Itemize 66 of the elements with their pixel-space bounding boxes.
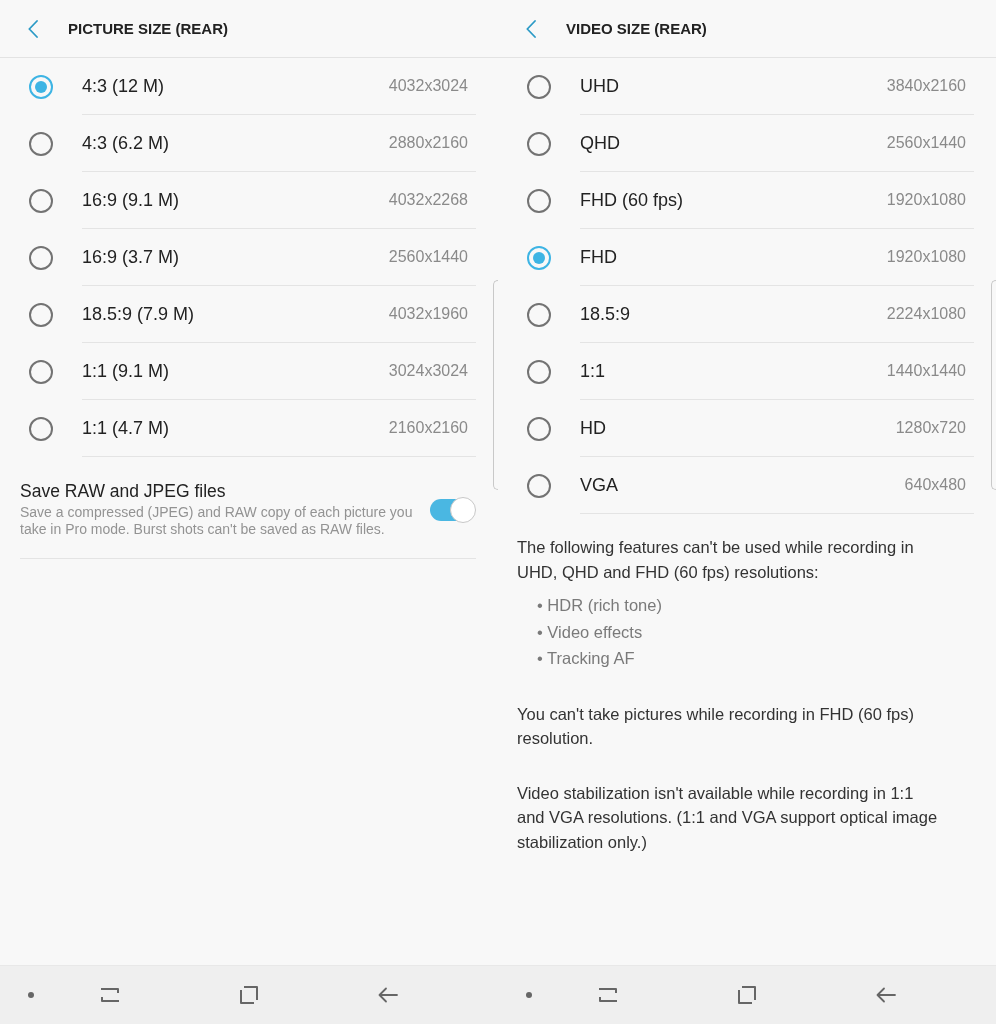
- option-label: 1:1 (9.1 M): [82, 360, 170, 382]
- resolution-value: 640x480: [904, 476, 966, 494]
- note-text: The following features can't be used while recording in UHD, QHD and FHD (60 fps) resolutions:: [517, 537, 915, 583]
- option-label: 16:9 (3.7 M): [82, 246, 180, 268]
- option-label: 18.5:9: [580, 303, 631, 325]
- option-label: QHD: [580, 132, 620, 154]
- radio-button[interactable]: [527, 416, 551, 441]
- resolution-value: 2560x1440: [886, 134, 966, 152]
- resolution-value: 2160x2160: [388, 419, 468, 437]
- radio-button[interactable]: [29, 74, 53, 99]
- option-label: UHD: [580, 75, 619, 97]
- radio-button[interactable]: [527, 131, 551, 156]
- radio-button[interactable]: [527, 188, 551, 213]
- option-label: 4:3 (12 M): [82, 75, 165, 97]
- option-label: 4:3 (6.2 M): [82, 132, 170, 154]
- bullet-item: • HDR (rich tone): [537, 595, 662, 616]
- resolution-value: 1920x1080: [886, 248, 966, 266]
- resolution-value: 3840x2160: [886, 77, 966, 95]
- resolution-value: 2560x1440: [388, 248, 468, 266]
- setting-description: Save a compressed (JPEG) and RAW copy of each picture you take in Pro mode. Burst shots can't be saved as RAW files.: [20, 504, 414, 538]
- option-label: 1:1: [580, 360, 606, 382]
- chevron-left-icon: [28, 19, 38, 38]
- radio-button[interactable]: [29, 188, 53, 213]
- resolution-value: 1280x720: [895, 419, 966, 437]
- radio-button[interactable]: [29, 302, 53, 327]
- note-text: You can't take pictures while recording in FHD (60 fps) resolution.: [517, 703, 915, 749]
- option-label: 1:1 (4.7 M): [82, 417, 170, 439]
- option-label: 18.5:9 (7.9 M): [82, 303, 195, 325]
- bullet-item: • Video effects: [537, 621, 643, 643]
- radio-button[interactable]: [527, 302, 551, 327]
- radio-button[interactable]: [527, 473, 551, 498]
- resolution-value: 1440x1440: [886, 362, 966, 380]
- radio-button[interactable]: [29, 416, 53, 441]
- dot-icon[interactable]: [526, 992, 532, 998]
- home-icon[interactable]: [738, 986, 756, 1004]
- resolution-value: 2224x1080: [886, 305, 966, 323]
- radio-button[interactable]: [527, 74, 551, 99]
- radio-button[interactable]: [527, 359, 551, 384]
- option-label: FHD: [580, 246, 617, 268]
- screen-title: VIDEO SIZE (REAR): [566, 18, 707, 39]
- option-label: VGA: [580, 474, 618, 496]
- setting-title: Save RAW and JPEG files: [20, 481, 227, 501]
- recent-apps-icon[interactable]: [100, 988, 120, 1002]
- dot-icon[interactable]: [28, 992, 34, 998]
- resolution-value: 4032x3024: [388, 77, 468, 95]
- radio-button[interactable]: [29, 359, 53, 384]
- screen-title: PICTURE SIZE (REAR): [68, 18, 228, 39]
- back-icon[interactable]: [876, 987, 896, 1003]
- radio-button[interactable]: [29, 245, 53, 270]
- toggle-switch[interactable]: [430, 496, 476, 523]
- note-text: Video stabilization isn't available while recording in 1:1 and VGA resolutions. (1:1 and VGA support optical image stabilization only.): [517, 782, 939, 853]
- home-icon[interactable]: [240, 986, 258, 1004]
- chevron-left-icon: [526, 19, 536, 38]
- resolution-value: 1920x1080: [886, 191, 966, 209]
- radio-button[interactable]: [527, 245, 551, 270]
- back-icon[interactable]: [378, 987, 398, 1003]
- option-label: HD: [580, 417, 606, 439]
- resolution-value: 2880x2160: [388, 134, 468, 152]
- radio-button[interactable]: [29, 131, 53, 156]
- resolution-value: 4032x1960: [388, 305, 468, 323]
- resolution-value: 3024x3024: [388, 362, 468, 380]
- option-label: 16:9 (9.1 M): [82, 189, 180, 211]
- option-label: FHD (60 fps): [580, 189, 684, 211]
- recent-apps-icon[interactable]: [598, 988, 618, 1002]
- resolution-value: 4032x2268: [388, 191, 468, 209]
- bullet-item: • Tracking AF: [537, 648, 635, 669]
